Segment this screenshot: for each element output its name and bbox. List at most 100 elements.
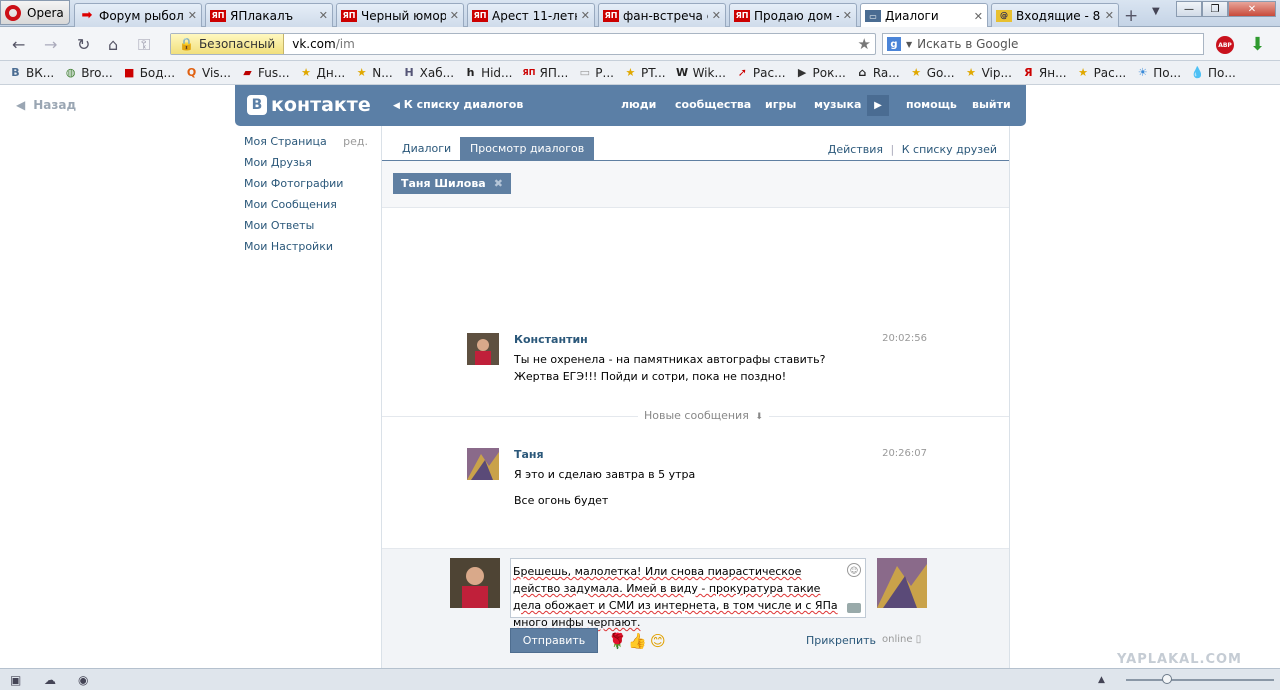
bookmark-item[interactable]: ЯП ЯП...: [521, 66, 569, 80]
bookmark-item[interactable]: H Хаб...: [402, 66, 455, 80]
secure-badge[interactable]: 🔒 Безопасный: [171, 34, 285, 54]
minimize-icon[interactable]: —: [1176, 1, 1202, 17]
browser-tab[interactable]: ЯП фан-встреча с... ✕: [598, 3, 726, 27]
close-icon[interactable]: ✕: [843, 9, 852, 22]
bookmark-item[interactable]: ☀ По...: [1135, 66, 1181, 80]
opera-menu-button[interactable]: Opera: [0, 0, 70, 25]
browser-tab[interactable]: ➡ Форум рыбол... ✕: [74, 3, 202, 27]
close-icon[interactable]: ✕: [188, 9, 197, 22]
actions-link[interactable]: Действия: [828, 143, 883, 156]
back-link[interactable]: ◀ Назад: [16, 98, 76, 112]
bookmark-item[interactable]: 💧 По...: [1190, 66, 1236, 80]
bookmark-item[interactable]: ★ N...: [354, 66, 393, 80]
tab-view-dialogs[interactable]: Просмотр диалогов: [460, 137, 595, 160]
arrow-icon: ➡: [81, 8, 93, 23]
bookmark-item[interactable]: Q Vis...: [184, 66, 231, 80]
nav-communities[interactable]: сообщества: [675, 98, 751, 111]
bookmark-star-icon[interactable]: ★: [858, 35, 871, 53]
speed-dial-icon[interactable]: ◉: [78, 673, 88, 687]
browser-tab-active[interactable]: ▭ Диалоги ✕: [860, 3, 988, 28]
rose-emoji-icon[interactable]: 🌹: [608, 632, 627, 650]
zoom-slider-track[interactable]: [1126, 679, 1274, 681]
maximize-icon[interactable]: ❐: [1202, 1, 1228, 17]
adblock-icon[interactable]: ABP: [1216, 36, 1234, 54]
music-play-icon[interactable]: ▶: [867, 95, 889, 116]
peer-chip[interactable]: Таня Шилова ✖: [393, 173, 511, 194]
vk-logo[interactable]: В контакте: [247, 94, 371, 116]
back-to-dialogs-link[interactable]: ◀ К списку диалогов: [393, 98, 523, 111]
download-arrow-icon[interactable]: ⬇: [1250, 34, 1265, 55]
close-icon[interactable]: ✖: [494, 173, 503, 194]
bookmark-item[interactable]: ★ Vip...: [964, 66, 1012, 80]
bookmark-item[interactable]: ★ Go...: [909, 66, 954, 80]
thumbs-up-emoji-icon[interactable]: 👍: [628, 632, 647, 650]
peer-avatar[interactable]: [877, 558, 927, 608]
bookmark-item[interactable]: Я Ян...: [1021, 66, 1066, 80]
bookmark-item[interactable]: ▶ Рок...: [795, 66, 846, 80]
sidebar-item-friends[interactable]: Мои Друзья: [244, 156, 374, 177]
nav-logout[interactable]: выйти: [972, 98, 1011, 111]
tab-dialogs[interactable]: Диалоги: [392, 137, 461, 160]
bookmark-label: Vis...: [202, 65, 231, 80]
attach-link[interactable]: Прикрепить: [806, 634, 876, 647]
key-icon[interactable]: ⚿: [138, 35, 150, 55]
smile-emoji-icon[interactable]: 😊: [650, 632, 666, 650]
bookmark-item[interactable]: ★ Дн...: [299, 66, 345, 80]
chevron-down-icon[interactable]: ▼: [906, 40, 912, 49]
bookmark-item[interactable]: ▭ Р...: [577, 66, 614, 80]
nav-music[interactable]: музыка: [814, 98, 861, 111]
nav-help[interactable]: помощь: [906, 98, 957, 111]
browser-tab[interactable]: @ Входящие - 87... ✕: [991, 3, 1119, 27]
bookmark-item[interactable]: ➚ Рас...: [735, 66, 786, 80]
nav-people[interactable]: люди: [621, 98, 656, 111]
cloud-icon[interactable]: ☁: [44, 673, 56, 687]
close-icon[interactable]: ✕: [712, 9, 721, 22]
close-icon[interactable]: ✕: [450, 9, 459, 22]
new-tab-icon[interactable]: +: [1124, 6, 1138, 26]
friends-list-link[interactable]: К списку друзей: [902, 143, 997, 156]
avatar[interactable]: [467, 448, 499, 480]
close-icon[interactable]: ✕: [1105, 9, 1114, 22]
browser-tab[interactable]: ЯП Продаю дом -... ✕: [729, 3, 857, 27]
nav-games[interactable]: игры: [765, 98, 796, 111]
sidebar-item-answers[interactable]: Мои Ответы: [244, 219, 374, 240]
url-field[interactable]: 🔒 Безопасный vk.com/im ★: [170, 33, 876, 55]
browser-tab[interactable]: ЯП ЯПлакалъ ✕: [205, 3, 333, 27]
close-window-icon[interactable]: ✕: [1228, 1, 1276, 17]
up-arrow-icon[interactable]: ▲: [1098, 675, 1105, 685]
sidebar-item-settings[interactable]: Мои Настройки: [244, 240, 374, 261]
browser-tab[interactable]: ЯП Арест 11-летн... ✕: [467, 3, 595, 27]
bookmark-item[interactable]: ★ Рас...: [1076, 66, 1126, 80]
bookmark-item[interactable]: ▰ Fus...: [240, 66, 289, 80]
browser-tab[interactable]: ЯП Черный юмор... ✕: [336, 3, 464, 27]
search-input[interactable]: g ▼ Искать в Google: [882, 33, 1204, 55]
close-icon[interactable]: ✕: [581, 9, 590, 22]
back-arrow-icon[interactable]: ←: [12, 35, 25, 54]
bookmark-item[interactable]: W Wik...: [675, 66, 726, 80]
camera-icon[interactable]: [847, 603, 861, 613]
message-author[interactable]: Константин: [514, 333, 588, 346]
bookmark-item[interactable]: В ВК...: [8, 66, 54, 80]
tab-menu-chevron-icon[interactable]: ▼: [1152, 6, 1160, 17]
sidebar-item-photos[interactable]: Мои Фотографии: [244, 177, 374, 198]
avatar[interactable]: [467, 333, 499, 365]
home-icon[interactable]: ⌂: [108, 35, 118, 54]
smile-icon[interactable]: ☺: [847, 563, 861, 577]
close-icon[interactable]: ✕: [974, 10, 983, 23]
bookmark-item[interactable]: h Hid...: [463, 66, 513, 80]
bookmark-item[interactable]: ■ Бод...: [122, 66, 175, 80]
panel-toggle-icon[interactable]: ▣: [10, 673, 21, 687]
send-button[interactable]: Отправить: [510, 628, 598, 653]
forward-arrow-icon[interactable]: →: [44, 35, 57, 54]
message-author[interactable]: Таня: [514, 448, 544, 461]
close-icon[interactable]: ✕: [319, 9, 328, 22]
sidebar-edit-link[interactable]: ред.: [343, 135, 368, 148]
reload-icon[interactable]: ↻: [77, 35, 90, 54]
zoom-slider-knob[interactable]: [1162, 674, 1172, 684]
bookmark-item[interactable]: ◍ Bro...: [63, 66, 113, 80]
my-avatar[interactable]: [450, 558, 500, 608]
bookmark-item[interactable]: ⌂ Ra...: [855, 66, 899, 80]
sidebar-item-messages[interactable]: Мои Сообщения: [244, 198, 374, 219]
message-input[interactable]: Брешешь, малолетка! Или снова пиарастиче…: [510, 558, 866, 629]
bookmark-item[interactable]: ★ PT...: [623, 66, 666, 80]
